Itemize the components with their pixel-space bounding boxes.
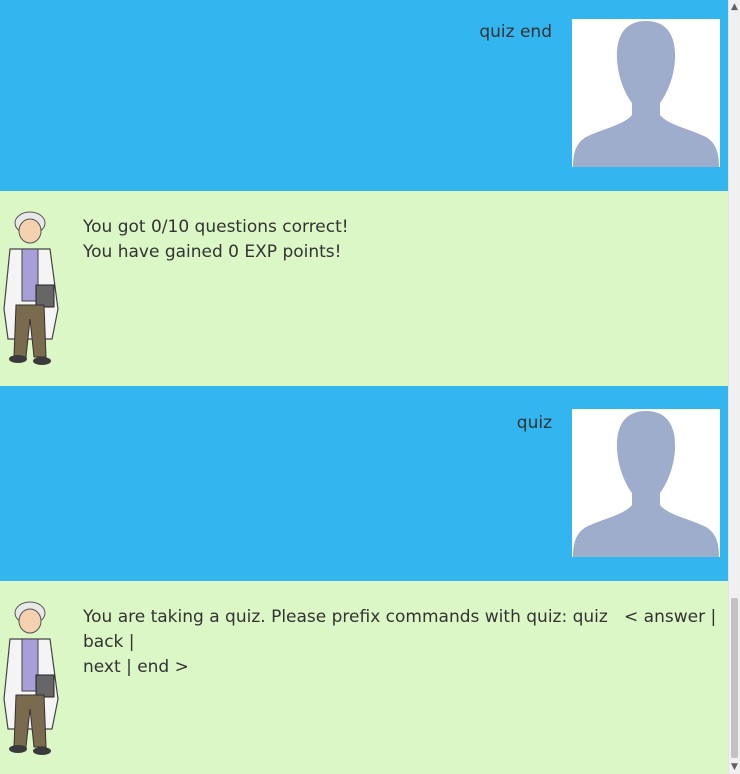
user-message: quiz — [0, 386, 728, 581]
bot-message-line: next | end > — [83, 657, 189, 677]
user-message: quiz end — [0, 0, 728, 191]
professor-sprite-icon — [0, 599, 70, 759]
user-avatar-icon — [572, 19, 720, 167]
bot-message-line: You have gained 0 EXP points! — [83, 242, 342, 262]
user-avatar-icon — [572, 409, 720, 557]
bot-message-line: You are taking a quiz. Please prefix com… — [83, 607, 717, 652]
chat-window: quiz end You got 0/10 questions correct!… — [0, 0, 728, 774]
chevron-down-icon[interactable]: ▼ — [729, 760, 740, 774]
user-message-text: quiz end — [479, 22, 552, 42]
vertical-scrollbar[interactable]: ▲ ▼ — [728, 0, 740, 774]
bot-message-line: You got 0/10 questions correct! — [83, 217, 349, 237]
bot-message-text: You are taking a quiz. Please prefix com… — [83, 605, 723, 680]
bot-message: You got 0/10 questions correct! You have… — [0, 191, 728, 386]
bot-message: You are taking a quiz. Please prefix com… — [0, 581, 728, 774]
user-message-text: quiz — [516, 413, 552, 433]
scrollbar-thumb[interactable] — [731, 598, 738, 758]
professor-sprite-icon — [0, 209, 70, 369]
bot-message-text: You got 0/10 questions correct! You have… — [83, 215, 723, 265]
chevron-up-icon[interactable]: ▲ — [729, 0, 740, 14]
